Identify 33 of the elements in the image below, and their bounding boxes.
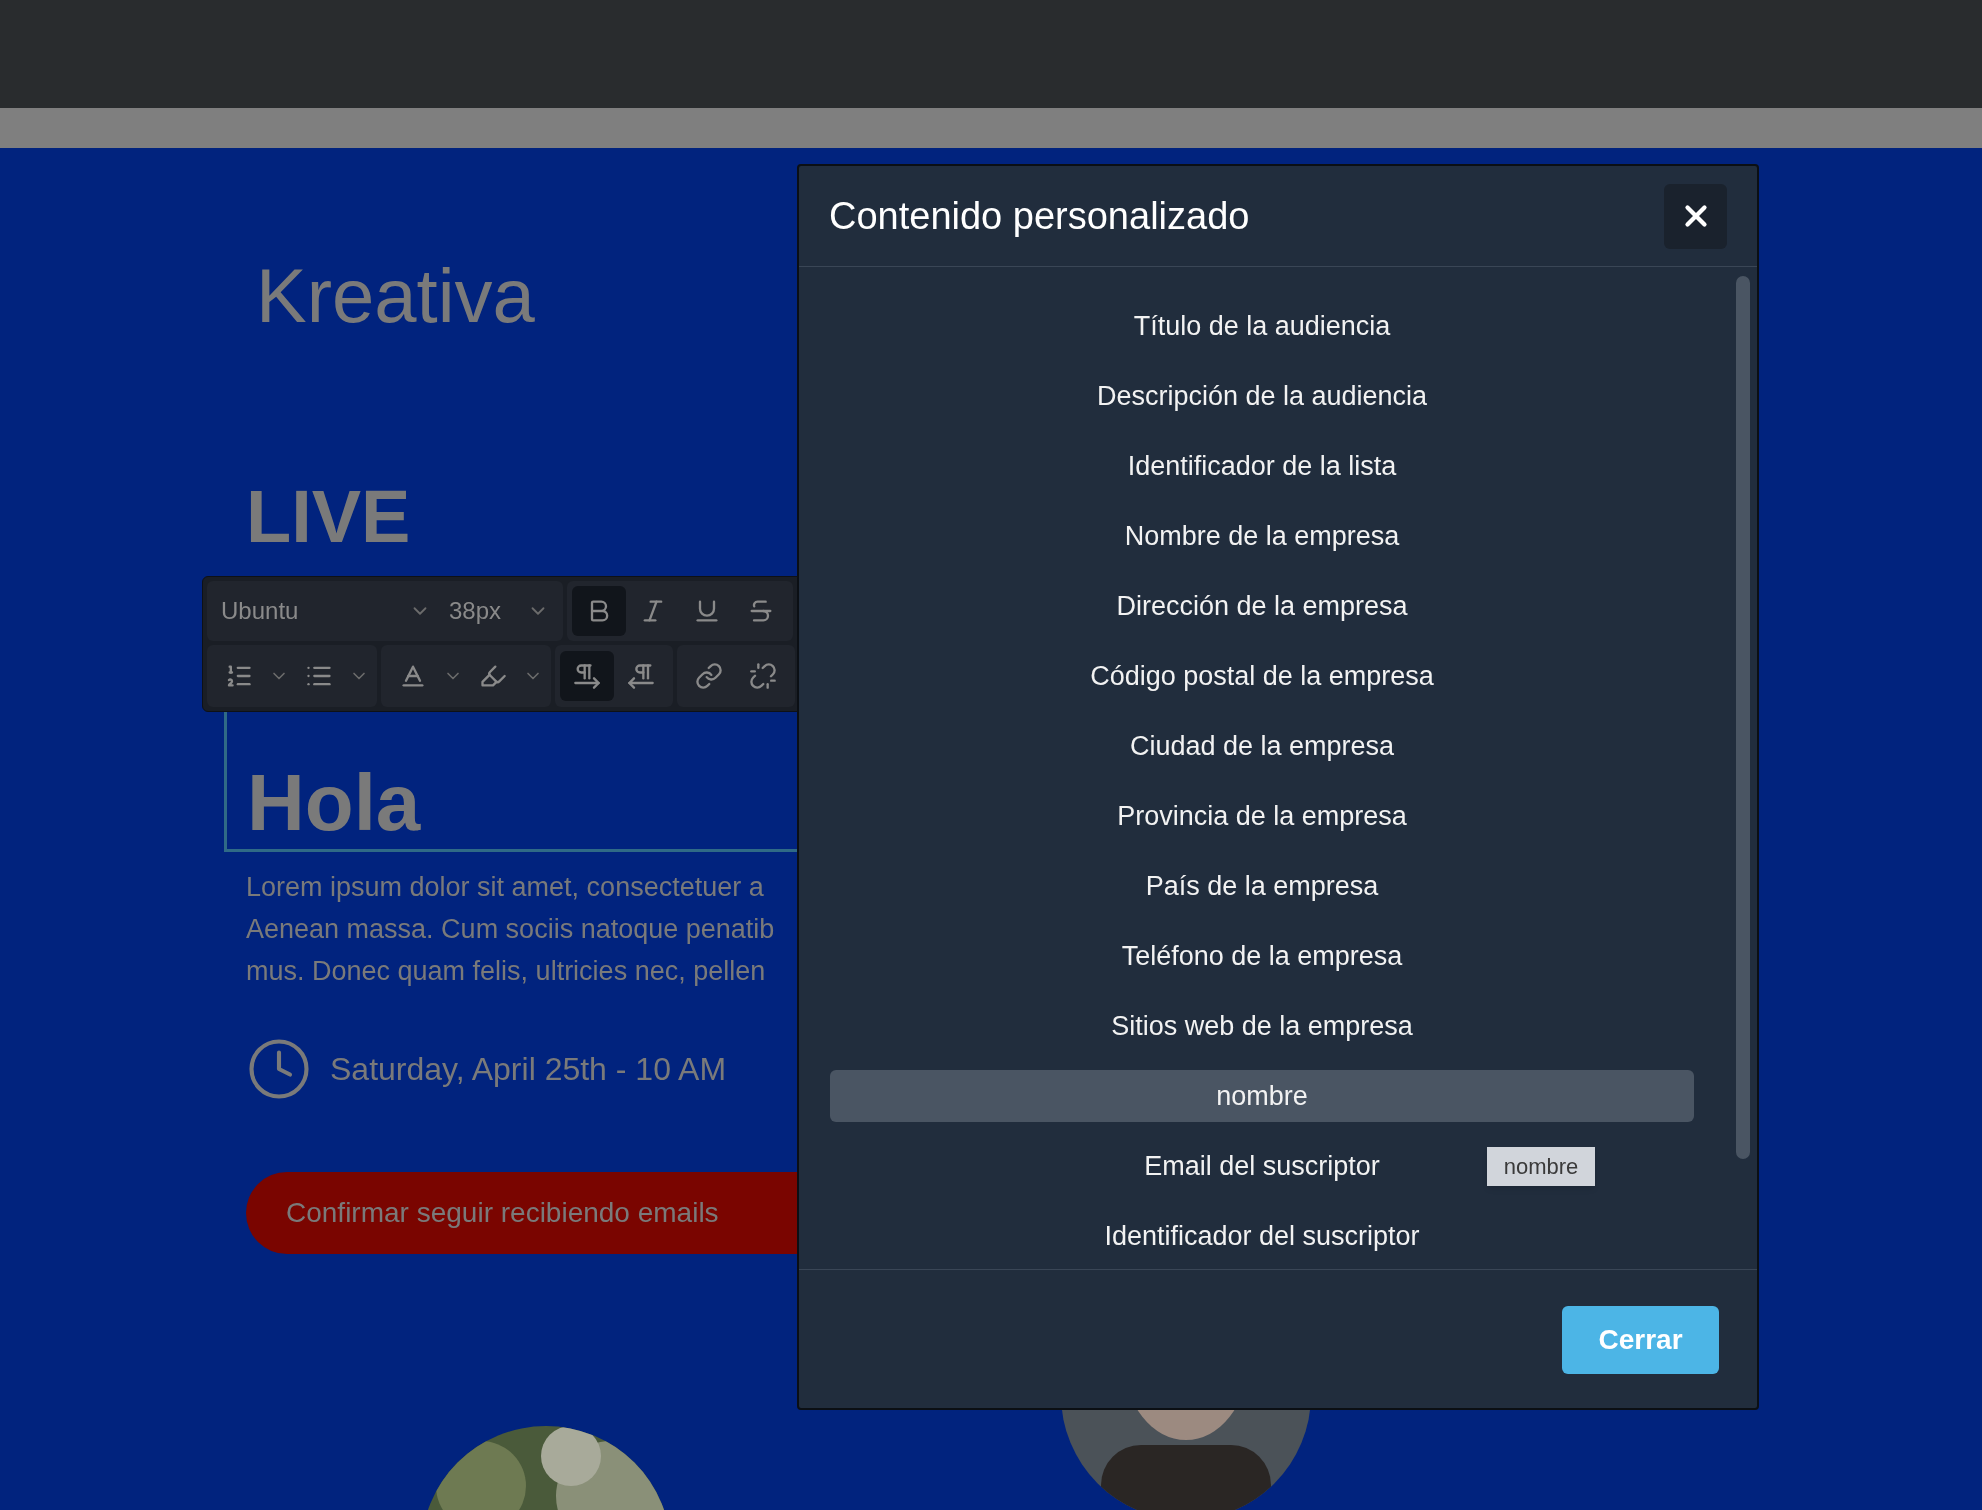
paragraph-line: Aenean massa. Cum sociis natoque penatib (246, 913, 775, 946)
list-item[interactable]: Identificador de la lista (830, 440, 1694, 492)
font-size-select[interactable]: 38px (449, 593, 549, 629)
close-button[interactable] (1664, 183, 1727, 249)
list-item[interactable]: Código postal de la empresa (830, 650, 1694, 702)
list-item[interactable]: Dirección de la empresa (830, 580, 1694, 632)
paragraph-line: Lorem ipsum dolor sit amet, consectetuer a (246, 871, 765, 904)
unlink-icon (749, 662, 777, 690)
logo-text: Kreativa (256, 258, 535, 334)
toolbar-button[interactable] (572, 586, 626, 636)
font-select[interactable]: Ubuntu (221, 593, 431, 629)
toolbar-button[interactable] (560, 651, 614, 701)
list-item[interactable]: País de la empresa (830, 860, 1694, 912)
modal-title: Contenido personalizado (829, 193, 1250, 239)
event-time: Saturday, April 25th - 10 AM (330, 1050, 727, 1089)
highlighter-icon (479, 662, 507, 690)
list-item[interactable]: Nombre de la empresa (830, 510, 1694, 562)
list-item[interactable]: Título de la audiencia (830, 300, 1694, 352)
list-item[interactable]: Teléfono de la empresa (830, 930, 1694, 982)
hola-heading: Hola (247, 763, 421, 843)
list-item[interactable]: Sitios web de la empresa (830, 1000, 1694, 1052)
tooltip: nombre (1487, 1147, 1595, 1186)
link-icon (695, 662, 723, 690)
list-item[interactable]: Provincia de la empresa (830, 790, 1694, 842)
list-item[interactable]: Descripción de la audiencia (830, 370, 1694, 422)
scrollbar[interactable] (1736, 276, 1750, 1159)
live-heading: LIVE (246, 480, 411, 554)
list-item[interactable]: nombre (830, 1070, 1694, 1122)
clock-icon (246, 1036, 312, 1102)
pilcrow-right-icon (573, 662, 601, 690)
list-item[interactable]: Ciudad de la empresa (830, 720, 1694, 772)
paragraph-line: mus. Donec quam felis, ultricies nec, pellen (246, 955, 767, 988)
pilcrow-left-icon (627, 662, 655, 690)
